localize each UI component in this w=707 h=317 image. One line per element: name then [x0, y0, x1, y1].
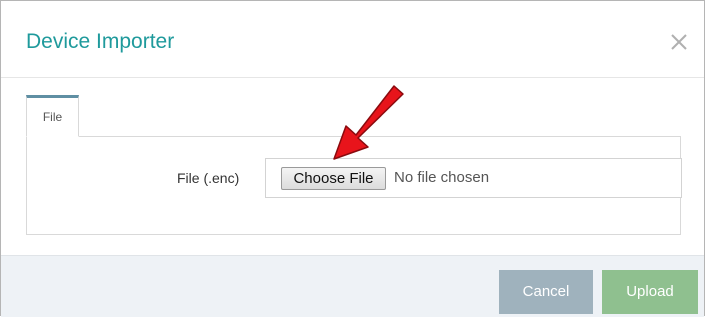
close-icon[interactable] [668, 31, 690, 53]
file-field-label: File (.enc) [177, 170, 240, 186]
file-status-text: No file chosen [394, 169, 490, 186]
choose-file-button[interactable]: Choose File [281, 167, 386, 190]
tab-file[interactable]: File [26, 95, 79, 137]
upload-button[interactable]: Upload [602, 270, 698, 314]
cancel-button[interactable]: Cancel [499, 270, 593, 314]
dialog-title: Device Importer [26, 30, 175, 53]
dialog-footer: Cancel Upload [1, 255, 704, 317]
dialog-body: File File (.enc) Choose File No file cho… [1, 78, 704, 255]
device-importer-dialog: Device Importer File File (.enc) Choose … [0, 0, 705, 317]
file-input[interactable]: Choose File No file chosen [265, 158, 682, 198]
file-tab-panel: File (.enc) Choose File No file chosen [26, 136, 682, 235]
dialog-header: Device Importer [1, 1, 704, 78]
